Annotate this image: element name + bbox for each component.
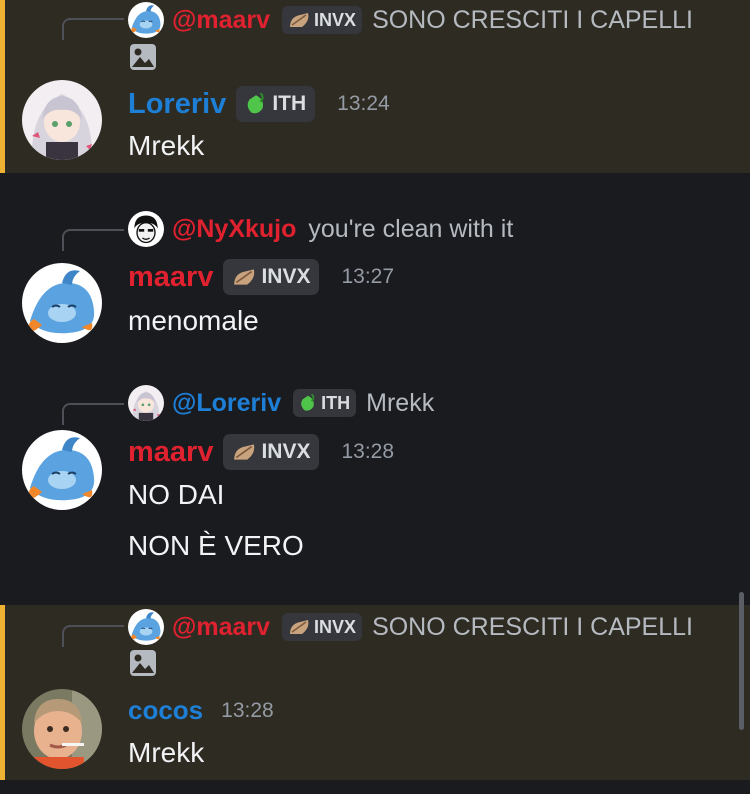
message-text: Mrekk [128,130,205,161]
tag-icon [289,12,310,28]
reply-preview[interactable]: @NyXkujo you're clean with it [128,211,513,247]
server-tag[interactable]: ITH [236,86,316,122]
message-text: Mrekk [128,737,205,768]
reply-text: Mrekk [366,388,435,417]
avatar[interactable] [22,263,102,343]
reply-author-mention[interactable]: @maarv [172,6,270,35]
message-1[interactable]: @maarv INVX SONO CRESCITI I CAPELLI Lore… [0,0,750,173]
reply-connector [62,625,124,647]
server-tag[interactable]: INVX [223,434,320,470]
tag-icon [246,93,265,115]
message-2[interactable]: @NyXkujo you're clean with it maarv INVX… [0,173,750,347]
timestamp: 13:28 [221,698,274,722]
tag-icon [289,619,310,635]
reply-server-tag: INVX [282,6,363,34]
message-text: NON È VERO [128,530,304,561]
reply-text: SONO CRESCITI I CAPELLI [372,612,693,641]
reply-avatar [128,609,164,645]
reply-connector [62,403,124,425]
timestamp: 13:24 [337,92,390,115]
avatar[interactable] [22,80,102,160]
author-name[interactable]: cocos [128,695,203,726]
author-name[interactable]: maarv [128,436,213,469]
server-tag[interactable]: INVX [223,259,320,295]
tag-icon [233,268,256,286]
tag-icon [233,443,256,461]
author-name[interactable]: maarv [128,261,213,294]
reply-preview[interactable]: @maarv INVX SONO CRESCITI I CAPELLI [128,609,693,645]
avatar[interactable] [22,689,102,769]
reply-author-mention[interactable]: @NyXkujo [172,215,296,244]
timestamp: 13:28 [341,440,395,463]
reply-preview[interactable]: @Loreriv ITH Mrekk [128,385,434,421]
message-header: maarv INVX 13:28 [128,434,394,470]
image-icon[interactable] [128,648,158,678]
author-name[interactable]: Loreriv [128,88,226,121]
reply-author-mention[interactable]: @Loreriv [172,389,281,418]
avatar[interactable] [22,430,102,510]
reply-avatar [128,385,164,421]
message-4[interactable]: @maarv INVX SONO CRESCITI I CAPELLI coco… [0,605,750,780]
message-text: NO DAI [128,479,225,510]
image-icon[interactable] [128,42,158,72]
timestamp: 13:27 [341,265,395,288]
reply-text: SONO CRESCITI I CAPELLI [372,5,693,34]
tag-icon [300,394,315,412]
reply-connector [62,229,124,251]
reply-connector [62,18,124,40]
reply-text: you're clean with it [308,214,514,243]
message-header: maarv INVX 13:27 [128,259,394,295]
message-header: cocos 13:28 [128,695,274,726]
message-header: Loreriv ITH 13:24 [128,86,390,122]
message-text: menomale [128,305,259,336]
reply-avatar [128,211,164,247]
reply-server-tag: INVX [282,613,363,641]
reply-author-mention[interactable]: @maarv [172,613,270,642]
reply-preview[interactable]: @maarv INVX SONO CRESCITI I CAPELLI [128,2,693,38]
message-3[interactable]: @Loreriv ITH Mrekk maarv INVX 13:28 NO D… [0,347,750,605]
scrollbar[interactable] [739,592,744,730]
reply-server-tag: ITH [293,389,357,417]
reply-avatar [128,2,164,38]
